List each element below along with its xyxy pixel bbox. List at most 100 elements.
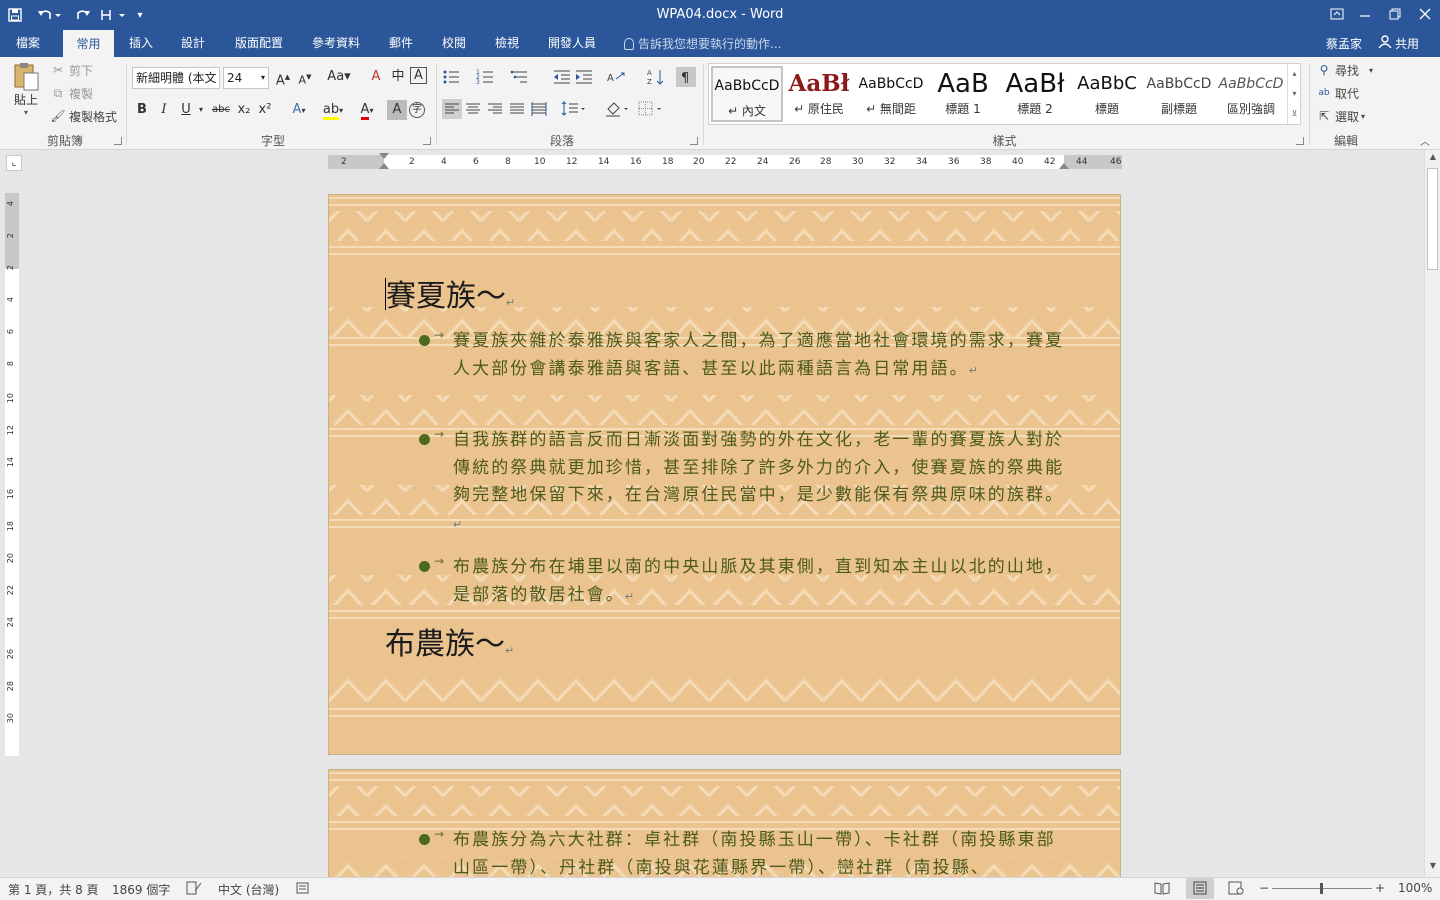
scroll-up-icon[interactable]: ▲ xyxy=(1425,152,1440,166)
find-button[interactable]: ⚲ 尋找 ▾ xyxy=(1316,60,1373,80)
style-heading-2[interactable]: AaBł 標題 2 xyxy=(999,66,1071,122)
tell-me-box[interactable]: 告訴我您想要執行的動作... xyxy=(624,35,781,52)
highlight-icon[interactable]: ab▾ xyxy=(318,100,348,120)
right-indent-icon[interactable] xyxy=(1059,163,1069,169)
copy-button[interactable]: ⧉ 複製 xyxy=(50,83,93,103)
vertical-scrollbar[interactable]: ▲ ▼ xyxy=(1424,150,1440,877)
language-indicator[interactable]: 中文 (台灣) xyxy=(218,881,279,898)
text-direction-icon[interactable]: A xyxy=(606,67,626,87)
cut-button[interactable]: ✂ 剪下 xyxy=(50,60,93,80)
close-icon[interactable] xyxy=(1410,0,1440,28)
undo-icon[interactable] xyxy=(34,4,64,26)
read-mode-icon[interactable] xyxy=(1154,881,1170,898)
change-case-icon[interactable]: Aa▾ xyxy=(324,67,354,87)
clipboard-launcher-icon[interactable] xyxy=(114,137,122,145)
underline-button[interactable]: U xyxy=(176,100,196,120)
italic-button[interactable]: I xyxy=(154,100,174,120)
print-layout-icon[interactable] xyxy=(1186,878,1214,899)
word-count[interactable]: 1869 個字 xyxy=(112,881,170,898)
style-no-spacing[interactable]: AaBbCcD ↵ 無間距 xyxy=(855,66,927,122)
character-border-icon[interactable]: A xyxy=(410,67,427,84)
tab-review[interactable]: 校閱 xyxy=(432,30,476,57)
line-spacing-icon[interactable] xyxy=(560,99,588,119)
list-item[interactable]: → 自我族群的語言反而日漸淡面對強勢的外在文化，老一輩的賽夏族人對於傳統的祭典就… xyxy=(419,427,1065,538)
first-line-indent-icon[interactable] xyxy=(379,153,389,159)
horizontal-ruler[interactable]: 2 2 4 6 8 10 12 14 16 18 20 22 24 26 28 30 32 34 36 38 40 42 4… xyxy=(328,153,1122,169)
tab-references[interactable]: 參考資料 xyxy=(302,30,370,57)
restore-icon[interactable] xyxy=(1380,0,1410,28)
minimize-icon[interactable] xyxy=(1350,0,1380,28)
tab-developer[interactable]: 開發人員 xyxy=(538,30,606,57)
grow-font-icon[interactable]: A▲ xyxy=(273,67,293,88)
redo-icon[interactable] xyxy=(72,4,94,26)
borders-icon[interactable] xyxy=(637,99,665,119)
page-count[interactable]: 第 1 頁，共 8 頁 xyxy=(8,881,99,898)
zoom-out-button[interactable]: − xyxy=(1259,881,1269,895)
list-item[interactable]: → 布農族分布在埔里以南的中央山脈及其東側，直到知本主山以北的山地，是部落的散居… xyxy=(419,554,1065,610)
character-shading-icon[interactable]: A xyxy=(387,100,407,120)
select-button[interactable]: ⇱ 選取 ▾ xyxy=(1316,106,1365,126)
font-size-dropdown[interactable]: 24 ▾ xyxy=(223,67,269,89)
justify-icon[interactable] xyxy=(507,99,527,119)
numbering-icon[interactable]: 123 xyxy=(476,67,496,87)
proofing-icon[interactable] xyxy=(186,881,202,898)
distributed-icon[interactable] xyxy=(529,99,549,119)
decrease-indent-icon[interactable] xyxy=(552,67,572,87)
zoom-in-button[interactable]: + xyxy=(1375,881,1385,895)
show-formatting-marks-icon[interactable]: ¶ xyxy=(676,67,696,87)
collapse-ribbon-icon[interactable]: ︿ xyxy=(1420,133,1430,148)
share-button[interactable]: 共用 xyxy=(1378,34,1419,52)
align-center-icon[interactable] xyxy=(463,99,483,119)
align-left-icon[interactable] xyxy=(442,99,462,119)
styles-launcher-icon[interactable] xyxy=(1296,137,1304,145)
subscript-button[interactable]: x₂ xyxy=(234,100,254,120)
multilevel-list-icon[interactable] xyxy=(510,67,530,87)
superscript-button[interactable]: x² xyxy=(255,100,275,120)
tab-file[interactable]: 檔案 xyxy=(6,30,50,57)
user-name[interactable]: 蔡孟家 xyxy=(1326,35,1362,52)
customize-icon[interactable]: ▾ xyxy=(132,4,148,26)
tab-design[interactable]: 設計 xyxy=(171,30,215,57)
bold-button[interactable]: B xyxy=(132,100,152,120)
tab-selector[interactable]: ⌞ xyxy=(6,155,22,171)
styles-more-icon[interactable]: ⊻ xyxy=(1287,104,1301,124)
ribbon-display-icon[interactable] xyxy=(1322,0,1352,28)
zoom-level[interactable]: 100% xyxy=(1398,881,1432,895)
macro-recording-icon[interactable] xyxy=(296,881,310,898)
shrink-font-icon[interactable]: A▼ xyxy=(295,67,315,87)
styles-scroll-up-icon[interactable]: ▴ xyxy=(1287,64,1301,84)
tab-mailings[interactable]: 郵件 xyxy=(379,30,423,57)
scrollbar-thumb[interactable] xyxy=(1427,168,1438,270)
style-subtitle[interactable]: AaBbCcD 副標題 xyxy=(1143,66,1215,122)
font-color-icon[interactable]: A▾ xyxy=(352,100,382,120)
format-painter-button[interactable]: 🖌 複製格式 xyxy=(50,106,117,126)
style-subtle-emphasis[interactable]: AaBbCcD 區別強調 xyxy=(1215,66,1287,122)
style-heading-1[interactable]: AaB 標題 1 xyxy=(927,66,999,122)
underline-dropdown-icon[interactable]: ▾ xyxy=(196,100,206,120)
bullets-icon[interactable] xyxy=(442,67,462,87)
font-name-dropdown[interactable]: 新細明體 (本文 xyxy=(132,67,220,89)
heading-bunun[interactable]: 布農族～↵ xyxy=(385,619,514,663)
align-right-icon[interactable] xyxy=(485,99,505,119)
touch-mode-icon[interactable] xyxy=(98,4,128,26)
heading-saisiyat[interactable]: 賽夏族～↵ xyxy=(385,271,515,315)
paste-button[interactable]: 貼上 ▾ xyxy=(8,61,44,121)
styles-scroll-down-icon[interactable]: ▾ xyxy=(1287,84,1301,104)
list-item[interactable]: → 賽夏族夾雜於泰雅族與客家人之間，為了適應當地社會環境的需求，賽夏人大部份會講… xyxy=(419,328,1065,384)
tab-insert[interactable]: 插入 xyxy=(119,30,163,57)
vertical-ruler[interactable]: 4 2 2 4 6 8 10 12 14 16 18 20 22 24 26 28 30 xyxy=(5,193,19,756)
increase-indent-icon[interactable] xyxy=(574,67,594,87)
style-normal[interactable]: AaBbCcD ↵ 內文 xyxy=(711,66,783,122)
web-layout-icon[interactable] xyxy=(1228,881,1244,898)
style-title[interactable]: AaBbC 標題 xyxy=(1071,66,1143,122)
strikethrough-button[interactable]: abc xyxy=(209,100,233,120)
zoom-slider-thumb[interactable] xyxy=(1320,883,1323,894)
enclose-characters-icon[interactable]: 字 xyxy=(409,102,425,118)
hanging-indent-icon[interactable] xyxy=(379,163,389,169)
tab-home[interactable]: 常用 xyxy=(63,30,114,57)
save-icon[interactable] xyxy=(4,4,26,26)
paragraph-launcher-icon[interactable] xyxy=(690,137,698,145)
font-launcher-icon[interactable] xyxy=(423,137,431,145)
tab-view[interactable]: 檢視 xyxy=(485,30,529,57)
tab-layout[interactable]: 版面配置 xyxy=(225,30,293,57)
